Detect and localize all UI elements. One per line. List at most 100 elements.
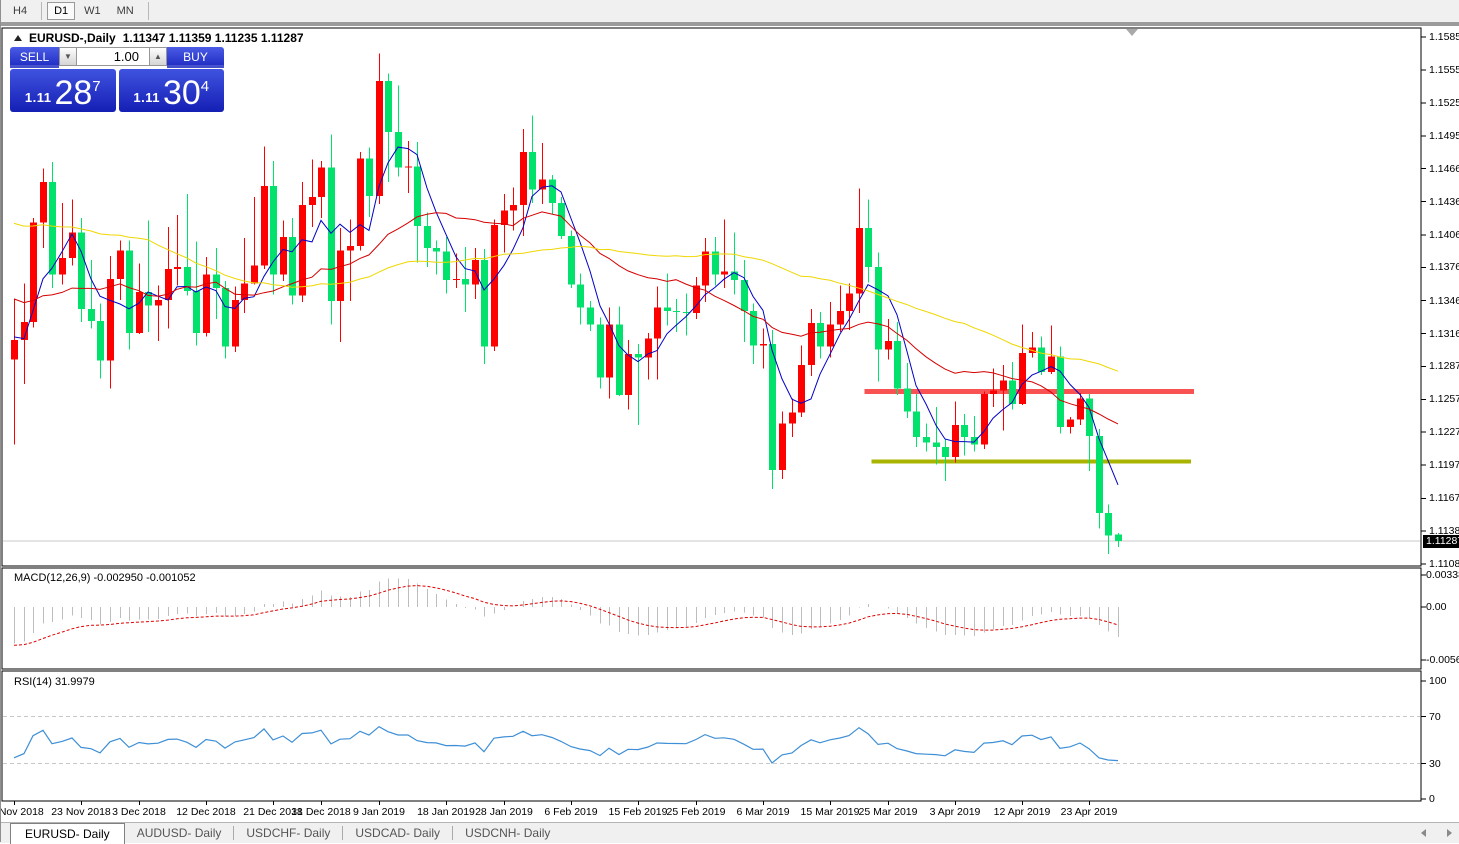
price-axis-label: 1.12570 <box>1429 393 1459 405</box>
candle-body <box>894 341 901 389</box>
candle-body <box>616 324 623 395</box>
price-axis-label: 1.14360 <box>1429 196 1459 208</box>
candle-body <box>597 324 604 377</box>
candle-body <box>808 323 815 365</box>
macd-axis-label: 0.003383 <box>1426 569 1459 581</box>
candle-body <box>501 211 508 225</box>
candle-body <box>981 394 988 445</box>
price-axis-label: 1.12275 <box>1429 426 1459 438</box>
candle-body <box>942 447 949 457</box>
price-axis-label: 1.14955 <box>1429 130 1459 142</box>
toolbar-divider <box>148 2 149 20</box>
main-chart-pane <box>3 54 1420 554</box>
price-axis-label: 1.13165 <box>1429 328 1459 340</box>
candle-body <box>933 442 940 446</box>
candle-body <box>299 205 306 296</box>
date-axis-label: 23 Apr 2019 <box>1053 806 1125 818</box>
moving-average-50 <box>14 223 1118 371</box>
candle-body <box>491 225 498 347</box>
chart-shift-marker[interactable] <box>1126 29 1138 36</box>
rsi-axis-label: 0 <box>1429 793 1435 805</box>
candle-body <box>1038 347 1045 371</box>
candle-body <box>1115 535 1122 542</box>
volume-increase-button[interactable]: ▲ <box>149 47 167 66</box>
candle-body <box>385 81 392 132</box>
candle-body <box>174 267 181 269</box>
rsi-indicator-label: RSI(14) 31.9979 <box>14 676 95 688</box>
sell-price-pip: 7 <box>92 79 100 94</box>
date-axis-label: 12 Dec 2018 <box>170 806 242 818</box>
timeframe-button-mn[interactable]: MN <box>110 2 141 20</box>
date-axis-label: 25 Feb 2019 <box>660 806 732 818</box>
candle-body <box>30 223 37 322</box>
candle-body <box>136 292 143 333</box>
price-axis-label: 1.13465 <box>1429 295 1459 307</box>
candle-body <box>673 311 680 312</box>
candle-body <box>635 354 642 357</box>
chart-tab-usdcnh[interactable]: USDCNH- Daily <box>453 823 562 843</box>
candle-body <box>357 159 364 246</box>
candle-body <box>443 251 450 280</box>
collapse-panel-icon[interactable] <box>14 35 22 41</box>
candle-body <box>309 197 316 205</box>
candle-body <box>1009 381 1016 404</box>
macd-axis-label: -0.005663 <box>1426 654 1459 666</box>
timeframe-button-w1[interactable]: W1 <box>77 2 108 20</box>
volume-input[interactable] <box>77 47 149 66</box>
date-axis-label: 3 Dec 2018 <box>103 806 175 818</box>
candle-body <box>1000 381 1007 391</box>
candle-body <box>760 344 767 345</box>
candle-body <box>837 311 844 324</box>
candle-body <box>1057 356 1064 427</box>
chart-tab-usdchf[interactable]: USDCHF- Daily <box>234 823 342 843</box>
candle-body <box>433 248 440 251</box>
candle-body <box>923 437 930 443</box>
candle-body <box>827 324 834 346</box>
candle-body <box>587 308 594 325</box>
candle-body <box>568 236 575 285</box>
rsi-value: 31.9979 <box>55 676 95 688</box>
candle-body <box>769 344 776 470</box>
macd-values: -0.002950 -0.001052 <box>93 572 195 584</box>
candle-body <box>366 159 373 197</box>
candle-body <box>510 205 517 211</box>
volume-decrease-button[interactable]: ▼ <box>59 47 77 66</box>
date-axis-label: 6 Mar 2019 <box>727 806 799 818</box>
date-axis-label: 25 Mar 2019 <box>852 806 924 818</box>
candle-body <box>789 413 796 424</box>
chart-tab-audusd[interactable]: AUDUSD- Daily <box>125 823 234 843</box>
date-axis-label: 9 Jan 2019 <box>343 806 415 818</box>
price-axis-label: 1.15850 <box>1429 31 1459 43</box>
candle-body <box>1067 419 1074 427</box>
candle-body <box>155 300 162 306</box>
price-axis-label: 1.11675 <box>1429 492 1459 504</box>
candle-body <box>779 424 786 470</box>
buy-price-button[interactable]: 1.11 30 4 <box>119 69 225 112</box>
candle-body <box>261 186 268 266</box>
chart-tab-usdcad[interactable]: USDCAD- Daily <box>343 823 452 843</box>
price-axis-label: 1.11975 <box>1429 459 1459 471</box>
candle-body <box>232 300 239 346</box>
candle-body <box>856 228 863 293</box>
rsi-axis-label: 30 <box>1429 758 1441 770</box>
tab-scroll-right-icon[interactable] <box>1447 829 1452 837</box>
price-axis-label: 1.14060 <box>1429 229 1459 241</box>
buy-button[interactable]: BUY <box>167 47 224 68</box>
timeframe-button-d1[interactable]: D1 <box>47 2 75 20</box>
candle-body <box>126 250 133 333</box>
chart-tab-eurusd[interactable]: EURUSD- Daily <box>10 823 125 844</box>
sell-price-button[interactable]: 1.11 28 7 <box>10 69 116 112</box>
rsi-line <box>14 727 1118 763</box>
candle-body <box>1019 353 1026 404</box>
candle-body <box>625 354 632 395</box>
chart-header: EURUSD-,Daily 1.11347 1.11359 1.11235 1.… <box>14 31 304 45</box>
timeframe-button-h4[interactable]: H4 <box>6 2 34 20</box>
date-axis-label: 3 Apr 2019 <box>919 806 991 818</box>
candle-body <box>885 341 892 350</box>
sell-button[interactable]: SELL <box>10 47 59 68</box>
candle-body <box>1077 398 1084 419</box>
candle-body <box>702 251 709 285</box>
candle-body <box>347 246 354 250</box>
tab-scroll-left-icon[interactable] <box>1421 829 1426 837</box>
chart-ohlc-values: 1.11347 1.11359 1.11235 1.11287 <box>123 31 304 45</box>
